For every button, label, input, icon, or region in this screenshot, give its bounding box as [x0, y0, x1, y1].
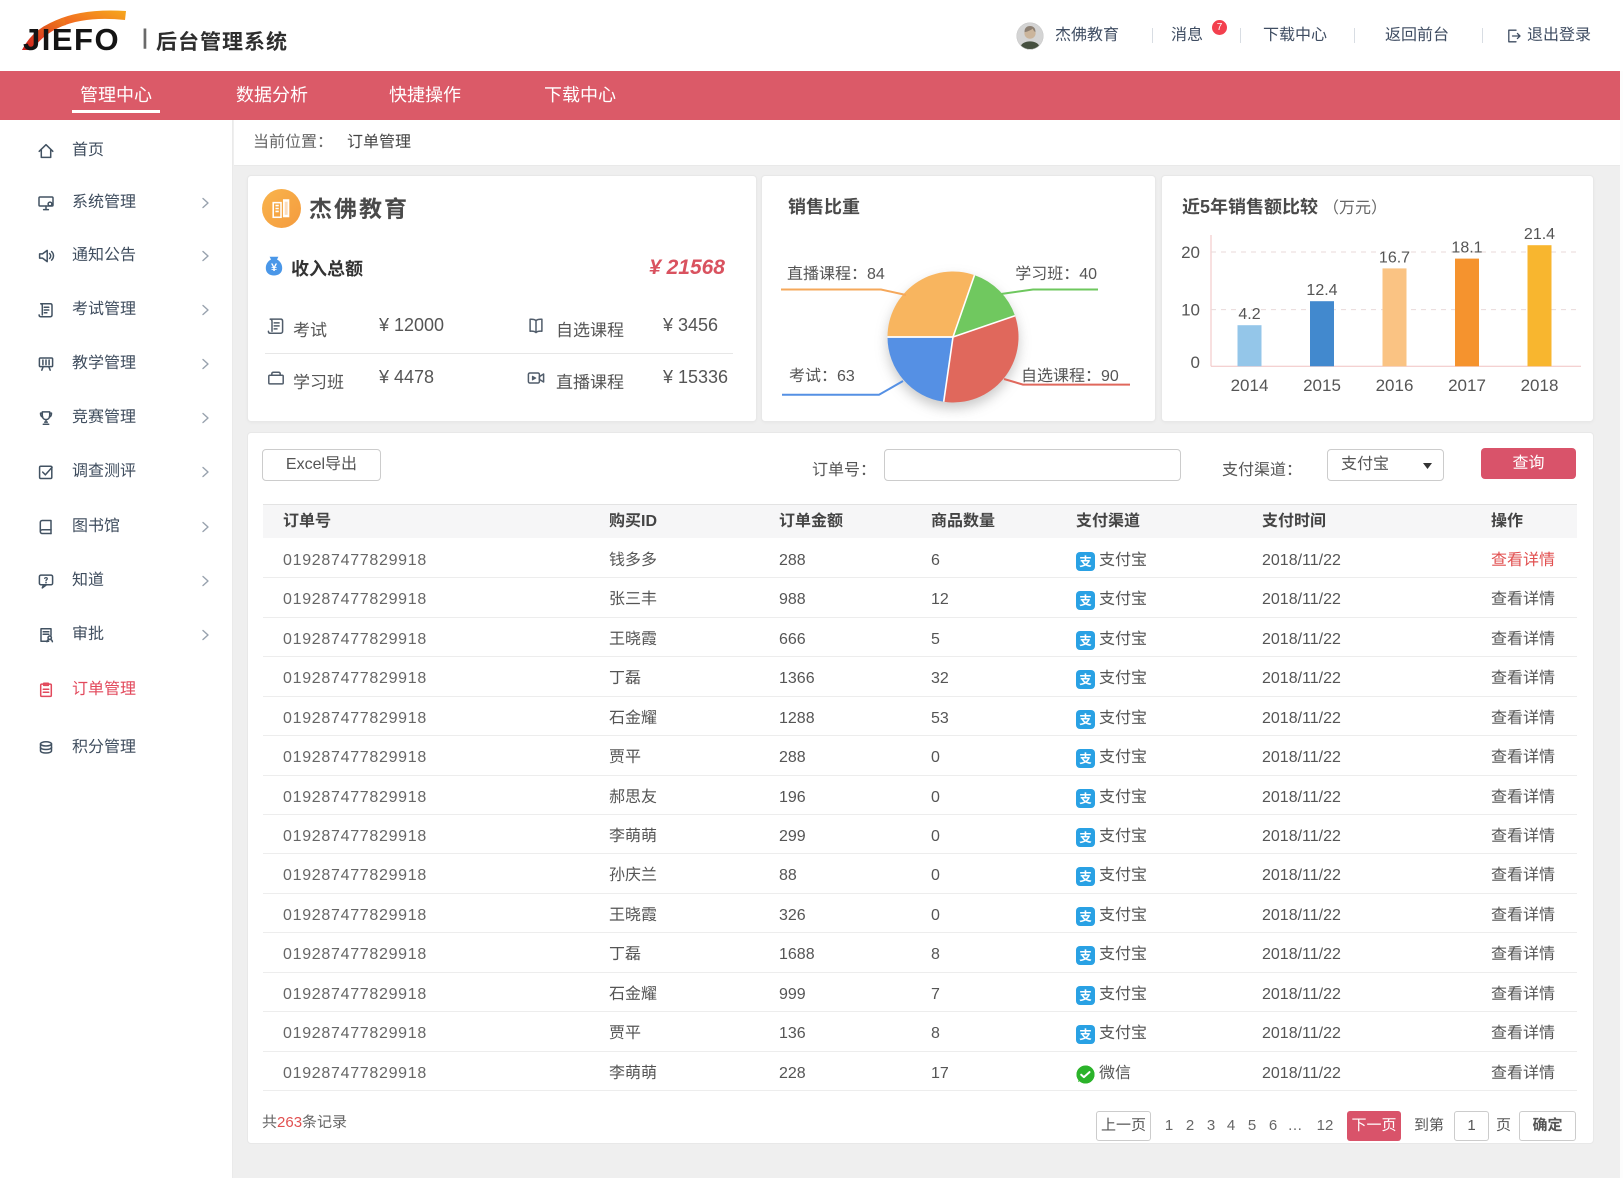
svg-text:支: 支	[1079, 831, 1092, 845]
svg-text:支: 支	[1079, 949, 1092, 963]
svg-text:18.1: 18.1	[1451, 240, 1482, 257]
svg-text:20: 20	[1181, 243, 1200, 262]
svg-text:支: 支	[1079, 792, 1092, 806]
svg-text:支: 支	[1079, 1028, 1092, 1042]
svg-text:支: 支	[1079, 752, 1092, 766]
svg-text:支: 支	[1079, 594, 1092, 608]
svg-text:2016: 2016	[1376, 376, 1414, 395]
svg-text:支: 支	[1079, 910, 1092, 924]
svg-text:10: 10	[1181, 301, 1200, 320]
svg-text:12.4: 12.4	[1306, 282, 1337, 299]
svg-text:16.7: 16.7	[1379, 249, 1410, 266]
svg-text:4.2: 4.2	[1238, 306, 1260, 323]
svg-text:¥: ¥	[271, 262, 278, 274]
svg-text:支: 支	[1079, 870, 1092, 884]
svg-text:2017: 2017	[1448, 376, 1486, 395]
svg-text:支: 支	[1079, 634, 1092, 648]
svg-text:支: 支	[1079, 555, 1092, 569]
svg-text:2014: 2014	[1231, 376, 1269, 395]
svg-text:2018: 2018	[1521, 376, 1559, 395]
svg-text:支: 支	[1079, 713, 1092, 727]
svg-text:21.4: 21.4	[1524, 226, 1555, 243]
svg-text:支: 支	[1079, 989, 1092, 1003]
svg-text:2015: 2015	[1303, 376, 1341, 395]
svg-text:支: 支	[1079, 673, 1092, 687]
svg-text:0: 0	[1191, 353, 1200, 372]
